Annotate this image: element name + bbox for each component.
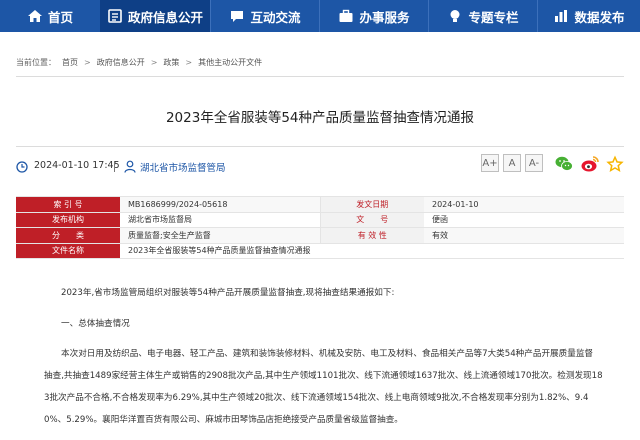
breadcrumb: 当前位置： 首页 > 政府信息公开 > 政策 > 其他主动公开文件 [16, 55, 262, 69]
lightbulb-icon [450, 10, 460, 22]
breadcrumb-separator: > [84, 57, 91, 67]
breadcrumb-label: 当前位置： [16, 57, 56, 67]
font-decrease-button[interactable]: A- [525, 154, 543, 172]
nav-item-gov-info[interactable]: 政府信息公开 [100, 0, 210, 32]
table-row: 文件名称 2023年全省服装等54种产品质量监督抽查情况通报 [16, 242, 624, 259]
nav-item-home[interactable]: 首页 [0, 0, 100, 32]
top-navigation: 首页 政府信息公开 互动交流 办事服务 专题专栏 数据发布 [0, 0, 640, 32]
table-row: 索 引 号 MB1686999/2024-05618 发文日期 2024-01-… [16, 196, 624, 213]
breadcrumb-separator: > [185, 57, 193, 67]
document-list-icon [108, 9, 122, 23]
paragraph-line: 本次对日用及纺织品、电子电器、轻工产品、建筑和装饰装修材料、机械及安防、电工及材… [61, 349, 594, 359]
info-value-filename: 2023年全省服装等54种产品质量监督抽查情况通报 [120, 242, 624, 259]
font-default-button[interactable]: A [503, 154, 521, 172]
nav-item-services[interactable]: 办事服务 [320, 0, 428, 32]
publish-date: 2024-01-10 17:45 [34, 160, 120, 171]
info-key-doc-number: 文 号 [319, 211, 424, 228]
info-key-publisher: 发布机构 [16, 211, 120, 228]
user-icon [124, 160, 136, 173]
chat-icon [231, 11, 244, 22]
breadcrumb-item-gov-info[interactable]: 政府信息公开 [97, 57, 145, 68]
info-value-date: 2024-01-10 [424, 196, 624, 213]
nav-item-data[interactable]: 数据发布 [538, 0, 640, 32]
home-icon [27, 10, 42, 22]
paragraph-line: 0%、5.29%。襄阳华洋置百货有限公司、麻城市田琴饰品店拒绝接受产品质量省级监… [44, 415, 403, 425]
nav-item-label: 专题专栏 [468, 9, 519, 25]
info-key-validity: 有 效 性 [319, 227, 424, 244]
article-meta: 2024-01-10 17:45 湖北省市场监督管局 A+ A A- [16, 154, 624, 176]
section-heading: 一、总体抽查情况 [61, 319, 130, 329]
document-info-table: 索 引 号 MB1686999/2024-05618 发文日期 2024-01-… [16, 196, 624, 259]
briefcase-icon [339, 9, 353, 22]
info-value-validity: 有效 [424, 227, 624, 244]
publish-source: 湖北省市场监督管局 [140, 163, 226, 174]
info-value-publisher: 湖北省市场监督局 [120, 211, 320, 228]
info-key-filename: 文件名称 [16, 242, 120, 259]
info-value-doc-number: 便函 [424, 211, 624, 228]
font-increase-button[interactable]: A+ [481, 154, 499, 172]
table-row: 发布机构 湖北省市场监督局 文 号 便函 [16, 211, 624, 228]
info-key-category: 分 类 [16, 227, 120, 244]
breadcrumb-item-home[interactable]: 首页 [62, 57, 78, 68]
nav-item-label: 互动交流 [250, 9, 301, 25]
breadcrumb-item-policy[interactable]: 政策 [163, 57, 179, 68]
nav-item-topics[interactable]: 专题专栏 [429, 0, 537, 32]
paragraph-line: 抽查,共抽查1489家经营主体生产或销售的2908批次产品,其中生产领域1101… [44, 371, 603, 381]
nav-item-label: 政府信息公开 [127, 9, 203, 25]
breadcrumb-separator: > [150, 57, 158, 67]
breadcrumb-divider [16, 76, 624, 77]
paragraph-line: 3批次产品不合格,不合格发现率为6.29%,其中生产领域20批次、线下流通领域1… [44, 393, 589, 403]
info-key-index: 索 引 号 [16, 196, 120, 213]
info-key-date: 发文日期 [319, 196, 424, 213]
nav-item-label: 数据发布 [574, 9, 625, 25]
title-divider [16, 146, 624, 147]
nav-item-interaction[interactable]: 互动交流 [211, 0, 319, 32]
weibo-icon[interactable] [580, 154, 600, 174]
breadcrumb-item-other-files[interactable]: 其他主动公开文件 [198, 57, 262, 68]
nav-item-label: 办事服务 [359, 9, 410, 25]
bar-chart-icon [555, 10, 568, 22]
clock-icon [16, 161, 28, 173]
info-value-category: 质量监督;安全生产监督 [120, 227, 320, 244]
favorite-star-icon[interactable] [605, 154, 625, 174]
article-intro: 2023年,省市场监管局组织对服装等54种产品开展质量监督抽查,现将抽查结果通报… [61, 288, 395, 298]
nav-item-label: 首页 [47, 9, 73, 25]
meta-separator [114, 161, 115, 172]
page-title: 2023年全省服装等54种产品质量监督抽查情况通报 [165, 110, 475, 126]
info-value-index: MB1686999/2024-05618 [120, 196, 320, 213]
wechat-icon[interactable] [554, 154, 574, 174]
table-row: 分 类 质量监督;安全生产监督 有 效 性 有效 [16, 227, 624, 244]
